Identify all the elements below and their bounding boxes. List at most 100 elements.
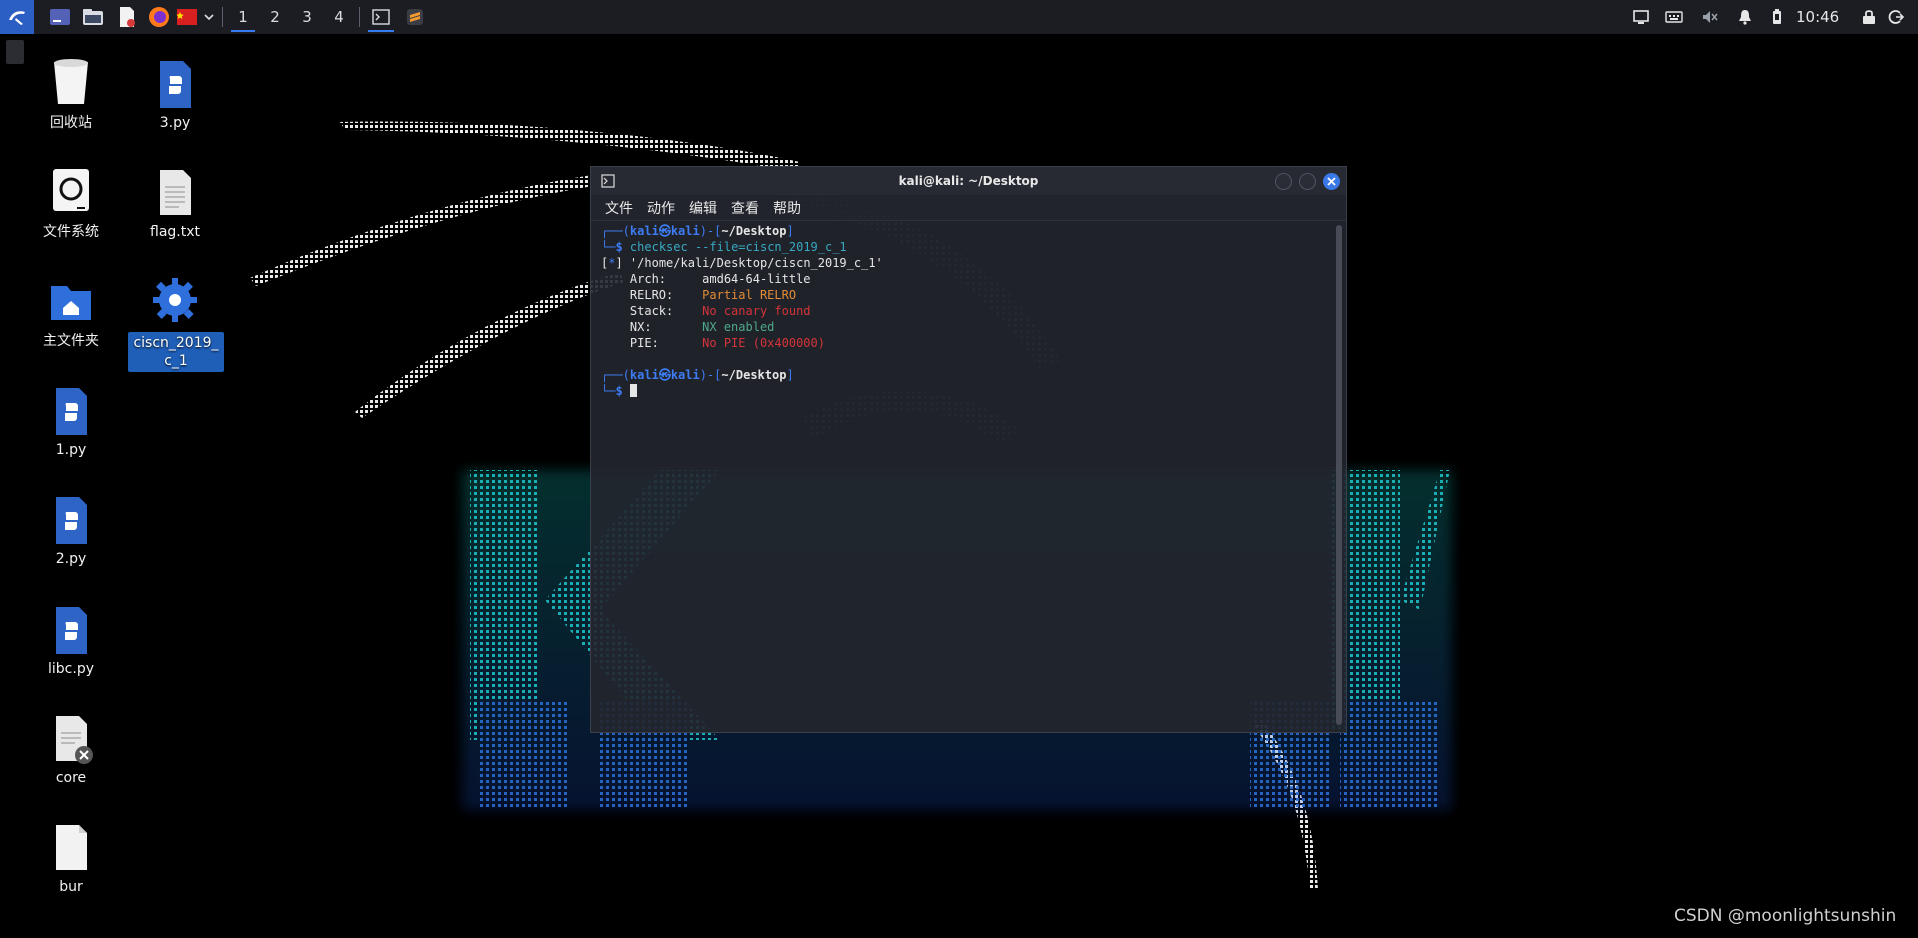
menu-actions[interactable]: 动作	[647, 198, 675, 218]
terminal-window[interactable]: kali@kali: ~/Desktop 文件 动作 编辑 查看 帮助 ┌──(…	[590, 166, 1347, 733]
app-launcher[interactable]	[174, 0, 200, 34]
desktop-icon-label: 主文件夹	[43, 333, 99, 349]
output-path-line: [*] '/home/kali/Desktop/ciscn_2019_c_1'	[601, 256, 883, 270]
checksec-row-relro: RELRO: Partial RELRO	[601, 288, 797, 302]
desktop-icon-label: libc.py	[48, 661, 94, 677]
kali-menu-button[interactable]	[0, 0, 34, 34]
tray-display-button[interactable]	[1630, 0, 1652, 34]
logout-icon	[1888, 10, 1904, 24]
csdn-watermark: CSDN @moonlightsunshin	[1674, 906, 1897, 926]
checksec-row-stack: Stack: No canary found	[601, 304, 811, 318]
python-file-icon	[56, 607, 87, 654]
desktop-handle[interactable]	[6, 40, 24, 64]
top-panel: 1 2 3 4 10:46	[0, 0, 1918, 34]
battery-icon	[1773, 9, 1781, 24]
desktop-icon-flagtxt[interactable]: flag.txt	[127, 165, 223, 241]
bell-icon	[1739, 10, 1751, 25]
terminal-icon	[372, 9, 390, 25]
blank-file-icon	[56, 825, 87, 870]
desktop-icon-1py[interactable]: 1.py	[23, 383, 119, 459]
panel-clock[interactable]: 10:46	[1796, 0, 1839, 34]
chevron-down-icon	[204, 14, 214, 21]
firefox-icon	[149, 7, 169, 27]
text-editor-icon	[120, 7, 135, 27]
python-file-icon	[56, 388, 87, 435]
text-file-icon	[160, 170, 191, 215]
menu-help[interactable]: 帮助	[773, 198, 801, 218]
menu-view[interactable]: 查看	[731, 198, 759, 218]
kali-dragon-icon	[9, 11, 25, 25]
flag-app-icon	[176, 9, 197, 25]
checksec-row-arch: Arch: amd64-64-little	[601, 272, 811, 286]
show-desktop-button[interactable]	[44, 0, 76, 34]
desktop-icon-label: 2.py	[55, 551, 87, 567]
desktop-icon-bur[interactable]: bur	[23, 820, 119, 896]
menu-file[interactable]: 文件	[605, 198, 633, 218]
tray-lock-button[interactable]	[1858, 0, 1880, 34]
desktop-icon-2py[interactable]: 2.py	[23, 492, 119, 568]
desktop-icon-label: ciscn_2019_c_1	[128, 332, 224, 372]
command-line: └─$ checksec --file=ciscn_2019_c_1	[601, 240, 847, 254]
desktop-icon-trash[interactable]: 回收站	[23, 56, 119, 132]
window-title: kali@kali: ~/Desktop	[898, 174, 1039, 188]
close-button[interactable]	[1323, 173, 1340, 190]
lock-icon	[1863, 10, 1875, 24]
desktop-icon-core[interactable]: core	[23, 711, 119, 787]
panel-separator	[359, 7, 360, 27]
desktop-icon-label: core	[55, 770, 87, 786]
workspace-2[interactable]: 2	[259, 0, 291, 34]
python-file-icon	[56, 497, 87, 544]
keyboard-icon	[1665, 11, 1683, 23]
close-icon	[1327, 177, 1336, 186]
desktop-icon-filesystem[interactable]: 文件系统	[23, 165, 119, 241]
firefox-launcher[interactable]	[144, 0, 174, 34]
core-file-icon	[56, 716, 93, 764]
terminal-titlebar[interactable]: kali@kali: ~/Desktop	[591, 167, 1346, 195]
terminal-scrollbar[interactable]	[1336, 225, 1342, 725]
desktop-icon-libcpy[interactable]: libc.py	[23, 602, 119, 678]
terminal-output[interactable]: ┌──(kali㉿kali)-[~/Desktop] └─$ checksec -…	[601, 223, 1330, 724]
volume-muted-icon	[1703, 11, 1718, 23]
desktop-icon-home[interactable]: 主文件夹	[23, 274, 119, 350]
maximize-button[interactable]	[1299, 173, 1316, 190]
checksec-row-pie: PIE: No PIE (0x400000)	[601, 336, 825, 350]
desktop-icon-label: 回收站	[50, 115, 92, 131]
prompt-line: ┌──(kali㉿kali)-[~/Desktop]	[601, 224, 794, 238]
desktop-icon-label: 1.py	[55, 442, 87, 458]
desktop-icon-ciscn[interactable]: ciscn_2019_c_1	[127, 274, 225, 372]
sublime-icon	[407, 9, 423, 25]
menu-edit[interactable]: 编辑	[689, 198, 717, 218]
workspace-3[interactable]: 3	[291, 0, 323, 34]
input-line[interactable]: └─$	[601, 383, 1330, 399]
display-icon	[1633, 10, 1649, 24]
taskbar-terminal-button[interactable]	[364, 0, 398, 34]
checksec-row-nx: NX: NX enabled	[601, 320, 775, 334]
folder-icon	[83, 9, 103, 25]
disk-icon	[53, 169, 89, 211]
text-editor-launcher[interactable]	[110, 0, 144, 34]
trash-icon	[54, 59, 88, 104]
tray-volume-button[interactable]	[1698, 0, 1722, 34]
desktop-icon-3py[interactable]: 3.py	[127, 56, 223, 132]
terminal-menubar: 文件 动作 编辑 查看 帮助	[591, 195, 1346, 221]
python-file-icon	[160, 61, 191, 108]
minimize-button[interactable]	[1275, 173, 1292, 190]
launcher-dropdown[interactable]	[200, 0, 218, 34]
tray-notifications-button[interactable]	[1734, 0, 1756, 34]
file-manager-launcher[interactable]	[76, 0, 110, 34]
desktop-icon-label: 文件系统	[43, 224, 99, 240]
workspace-1[interactable]: 1	[227, 0, 259, 34]
tray-keyboard-button[interactable]	[1662, 0, 1686, 34]
panel-separator	[222, 7, 223, 27]
workspace-4[interactable]: 4	[323, 0, 355, 34]
tray-logout-button[interactable]	[1884, 0, 1908, 34]
taskbar-app-button[interactable]	[398, 0, 432, 34]
command-text: checksec --file=ciscn_2019_c_1	[629, 240, 847, 254]
prompt-line: ┌──(kali㉿kali)-[~/Desktop]	[601, 368, 794, 382]
desktop-icon-label: 3.py	[159, 115, 191, 131]
text-cursor	[629, 384, 637, 397]
desktop-icon-label: flag.txt	[150, 224, 200, 240]
home-folder-icon	[51, 286, 91, 320]
gear-executable-icon	[153, 278, 197, 322]
tray-battery-button[interactable]	[1766, 0, 1788, 34]
